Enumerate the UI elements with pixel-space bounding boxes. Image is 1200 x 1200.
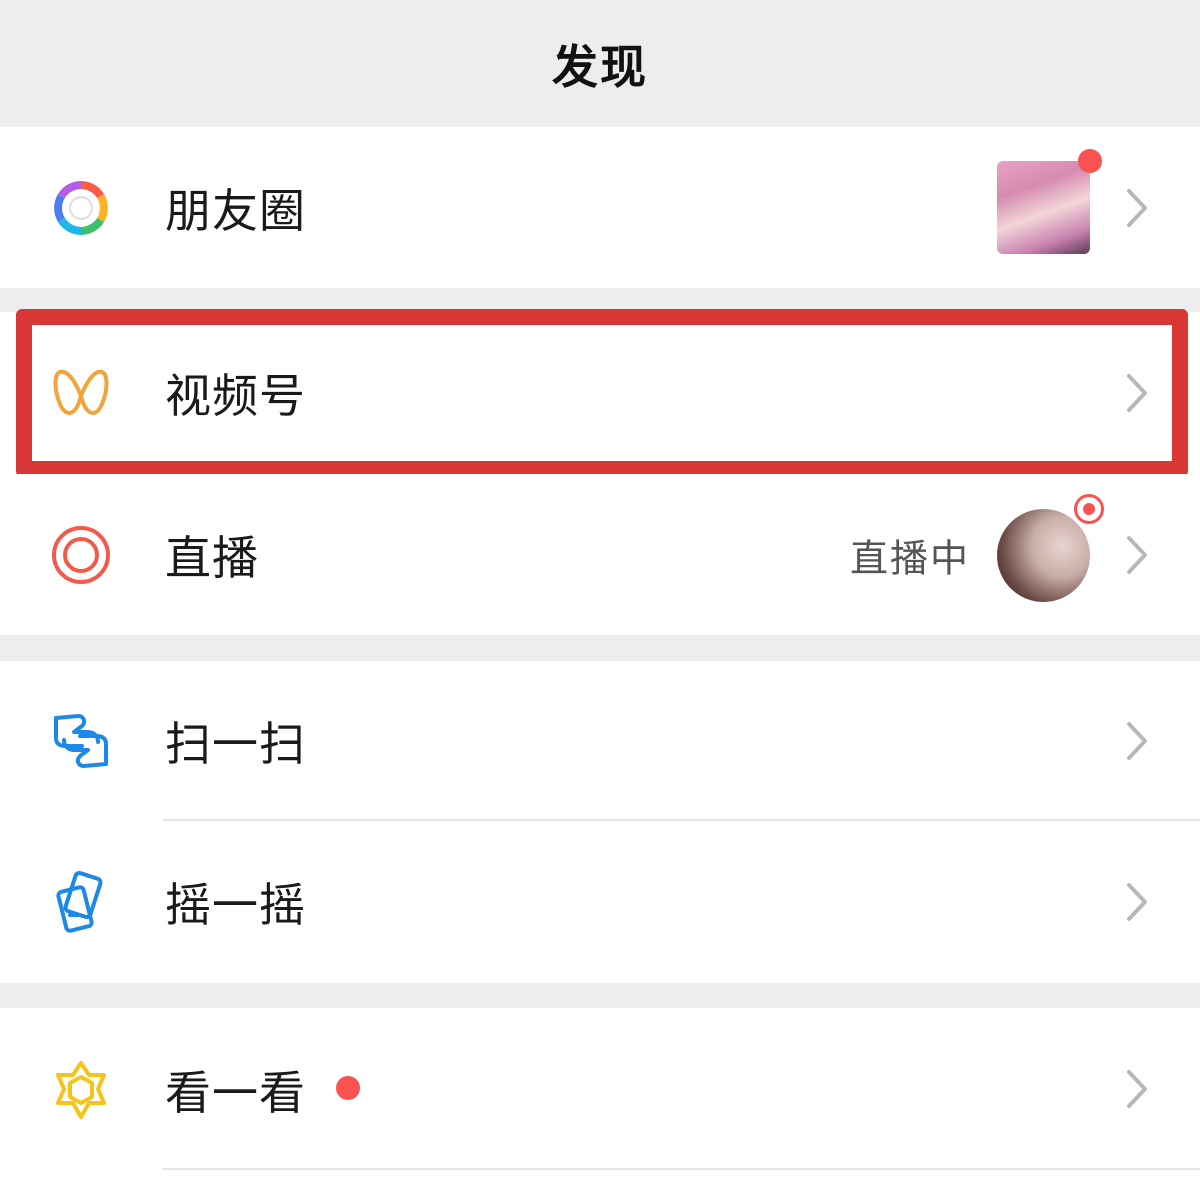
chevron-right-icon [1127,722,1147,760]
top-stories-icon [56,1061,106,1119]
top-stories-label: 看一看 [165,1066,306,1120]
unread-dot [1078,149,1102,173]
moments-preview-thumbnail [997,161,1090,254]
live-label: 直播 [165,530,259,585]
chevron-right-icon [1127,535,1147,574]
navigation-bar: 发现 [0,0,1200,127]
list-item-top-stories[interactable]: 看一看 [0,1008,1200,1200]
list-item-channels[interactable]: 视频号 [0,312,1200,474]
chevron-right-icon [1127,188,1147,227]
live-status-text: 直播中 [849,536,970,580]
chevron-right-icon [1127,1070,1147,1108]
moments-aperture-icon [54,180,108,235]
shake-icon [56,871,103,933]
live-icon [52,525,110,584]
chevron-right-icon [1127,374,1147,412]
unread-dot [336,1076,360,1100]
list-item-live[interactable]: 直播 直播中 [0,474,1200,635]
scan-label: 扫一扫 [165,717,306,771]
list-item-scan[interactable]: 扫一扫 [0,661,1200,821]
chevron-right-icon [1127,883,1147,921]
list-item-moments[interactable]: 朋友圈 [0,127,1200,288]
list-item-shake[interactable]: 摇一摇 [0,821,1200,983]
shake-label: 摇一摇 [165,878,306,932]
live-streamer-avatar [997,509,1090,602]
moments-label: 朋友圈 [165,183,306,238]
live-indicator-badge [1074,494,1104,524]
divider [163,1168,1200,1170]
scan-icon [54,714,108,768]
channels-icon [53,369,109,415]
page-title: 发现 [552,39,648,94]
channels-label: 视频号 [165,369,306,423]
